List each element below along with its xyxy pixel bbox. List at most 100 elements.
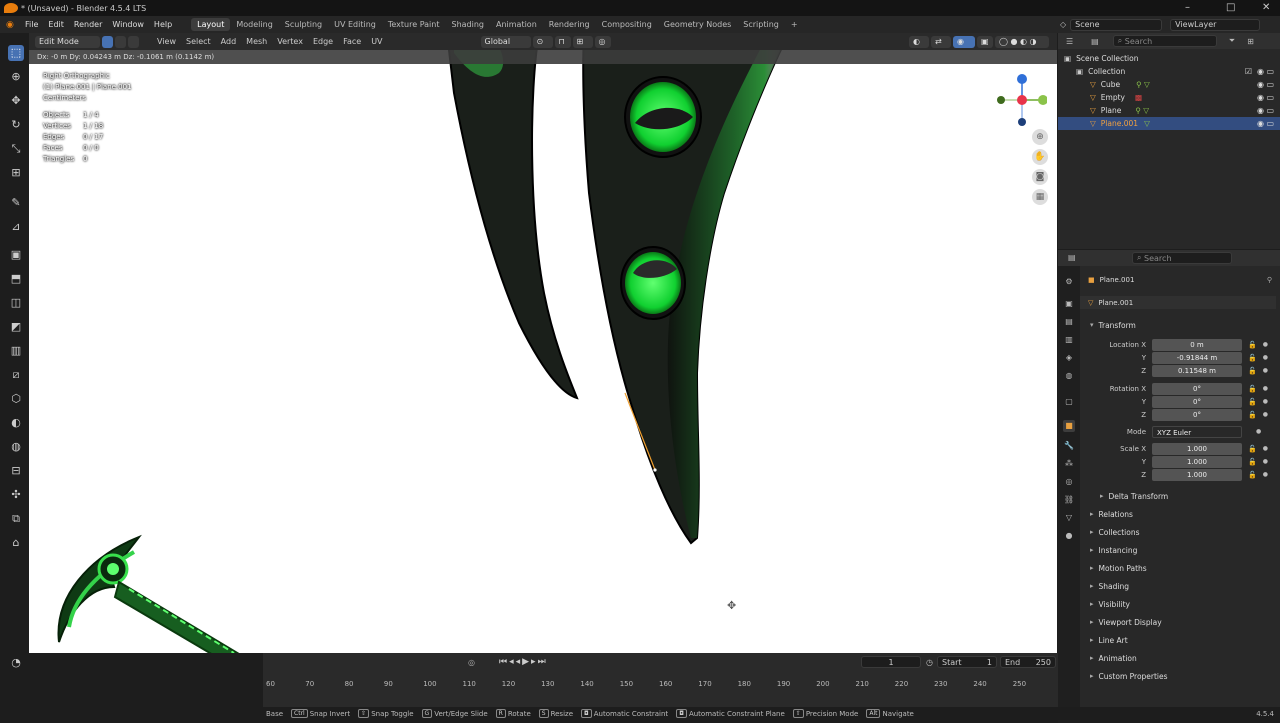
location-z[interactable]: 0.11548 m [1152, 364, 1242, 377]
material-tab-icon[interactable]: ● [1063, 530, 1075, 542]
outliner-item-plane[interactable]: ▽ Plane ⚲ ▽ ◉ ▭ [1058, 104, 1280, 117]
cursor-icon[interactable]: ⊕ [8, 69, 24, 85]
menu-select[interactable]: Select [182, 37, 215, 46]
annotate-icon[interactable]: ✎ [8, 195, 24, 211]
loop-cut-icon[interactable]: ▥ [8, 343, 24, 359]
menu-file[interactable]: File [20, 20, 43, 29]
tool-tab-icon[interactable]: ⚙ [1063, 276, 1075, 288]
lock-icon[interactable]: 🔓 [1248, 367, 1257, 375]
constraints-tab-icon[interactable]: ⛓ [1063, 494, 1075, 506]
tab-modeling[interactable]: Modeling [230, 18, 278, 31]
physics-tab-icon[interactable]: ◎ [1063, 476, 1075, 488]
move-icon[interactable]: ✥ [8, 93, 24, 109]
menu-face[interactable]: Face [339, 37, 365, 46]
end-frame-field[interactable]: End 250 [1000, 656, 1056, 668]
camera-icon[interactable]: ▭ [1266, 67, 1274, 76]
menu-render[interactable]: Render [69, 20, 107, 29]
zoom-icon[interactable]: ⊕ [1032, 129, 1048, 145]
shear-icon[interactable]: ⧉ [8, 511, 24, 527]
start-frame-field[interactable]: Start 1 [937, 656, 997, 668]
minimize-button[interactable]: – [1185, 2, 1190, 13]
keyframe-dot-icon[interactable]: ● [1263, 354, 1268, 361]
eye-icon[interactable]: ◉ [1257, 93, 1264, 102]
filter-icon[interactable]: ⏷ [1229, 36, 1235, 46]
extrude-icon[interactable]: ⬒ [8, 271, 24, 287]
menu-uv[interactable]: UV [367, 37, 386, 46]
object-tab-icon[interactable]: ■ [1063, 420, 1075, 432]
menu-help[interactable]: Help [149, 20, 177, 29]
new-collection-icon[interactable]: ⊞ [1247, 37, 1254, 46]
menu-edge[interactable]: Edge [309, 37, 337, 46]
scale-icon[interactable]: ⤡ [8, 141, 24, 157]
scene-selector[interactable]: Scene [1070, 18, 1163, 31]
tab-shading[interactable]: Shading [445, 18, 490, 31]
tab-compositing[interactable]: Compositing [596, 18, 658, 31]
keyframe-dot-icon[interactable]: ● [1263, 471, 1268, 478]
pivot-icon[interactable]: ⊙ [532, 35, 553, 48]
blender-menu-icon[interactable]: ◉ [6, 20, 20, 30]
face-select-icon[interactable] [128, 35, 139, 48]
gizmo-toggle-icon[interactable]: ⇄ [931, 35, 951, 48]
tab-geometry-nodes[interactable]: Geometry Nodes [658, 18, 737, 31]
lock-icon[interactable]: 🔓 [1248, 354, 1257, 362]
keyframe-dot-icon[interactable]: ● [1263, 341, 1268, 348]
scene-collection-row[interactable]: ▣ Scene Collection [1058, 52, 1280, 65]
pin-icon[interactable]: ⚲ [1267, 276, 1272, 284]
vertex-select-icon[interactable] [102, 35, 113, 48]
rip-region-icon[interactable]: ⌂ [8, 535, 24, 551]
spin-icon[interactable]: ◐ [8, 415, 24, 431]
particles-tab-icon[interactable]: ⁂ [1063, 458, 1075, 470]
rotation-mode-select[interactable]: XYZ Euler [1152, 425, 1242, 438]
tab-scripting[interactable]: Scripting [737, 18, 785, 31]
pan-hand-icon[interactable]: ✋ [1032, 149, 1048, 165]
world-tab-icon[interactable]: ◍ [1063, 370, 1075, 382]
shrink-fatten-icon[interactable]: ✣ [8, 487, 24, 503]
output-tab-icon[interactable]: ▤ [1063, 316, 1075, 328]
menu-vertex[interactable]: Vertex [273, 37, 307, 46]
delta-transform-header[interactable]: ▸ Delta Transform [1080, 488, 1276, 504]
eye-icon[interactable]: ◉ [1257, 67, 1264, 76]
keyframe-dot-icon[interactable]: ● [1263, 367, 1268, 374]
lock-icon[interactable]: 🔓 [1248, 458, 1257, 466]
lock-icon[interactable]: 🔓 [1248, 385, 1257, 393]
section-visibility[interactable]: ▸ Visibility [1080, 596, 1276, 612]
tab-texture-paint[interactable]: Texture Paint [382, 18, 446, 31]
outliner-item-plane-001[interactable]: ▽ Plane.001 ▽ ◉ ▭ [1058, 117, 1280, 130]
camera-icon[interactable]: ▭ [1266, 119, 1274, 128]
checkbox-icon[interactable]: ☑ [1245, 67, 1252, 76]
section-collections[interactable]: ▸ Collections [1080, 524, 1276, 540]
collection-tab-icon[interactable]: ▢ [1063, 396, 1075, 408]
section-relations[interactable]: ▸ Relations [1080, 506, 1276, 522]
properties-editor-icon[interactable]: ▤ [1068, 253, 1076, 262]
measure-icon[interactable]: ⊿ [8, 219, 24, 235]
transform-panel-header[interactable]: ▾ Transform [1080, 317, 1276, 333]
keyframe-dot-icon[interactable]: ● [1263, 445, 1268, 452]
location-x[interactable]: 0 m [1152, 338, 1242, 351]
section-custom-properties[interactable]: ▸ Custom Properties [1080, 668, 1276, 684]
visibility-icon[interactable]: ◐ [909, 35, 929, 48]
tab-animation[interactable]: Animation [490, 18, 543, 31]
section-motion-paths[interactable]: ▸ Motion Paths [1080, 560, 1276, 576]
outliner-item-empty[interactable]: ▽ Empty ▩ ◉ ▭ [1058, 91, 1280, 104]
object-data-field[interactable]: ▽ Plane.001 [1080, 296, 1276, 309]
render-tab-icon[interactable]: ▣ [1063, 298, 1075, 310]
scale-x[interactable]: 1.000 [1152, 442, 1242, 455]
menu-view[interactable]: View [153, 37, 180, 46]
rotation-y[interactable]: 0° [1152, 395, 1242, 408]
edge-select-icon[interactable] [115, 35, 126, 48]
tab-uv-editing[interactable]: UV Editing [328, 18, 382, 31]
lock-icon[interactable]: 🔓 [1248, 341, 1257, 349]
playback-controls[interactable]: ⏮◂◂▶▸⏭ [499, 657, 548, 667]
maximize-button[interactable]: □ [1226, 2, 1235, 13]
overlays-icon[interactable]: ◉ [953, 35, 975, 48]
snap-icon[interactable]: ⊓ [554, 35, 571, 48]
location-y[interactable]: -0.91844 m [1152, 351, 1242, 364]
section-instancing[interactable]: ▸ Instancing [1080, 542, 1276, 558]
lock-icon[interactable]: 🔓 [1248, 398, 1257, 406]
collection-row[interactable]: ▣ Collection ☑ ◉ ▭ [1058, 65, 1280, 78]
shading-modes[interactable]: ◯ ● ◐ ◑ [995, 35, 1049, 48]
rotate-icon[interactable]: ↻ [8, 117, 24, 133]
add-workspace-button[interactable]: + [785, 18, 804, 31]
eye-icon[interactable]: ◉ [1257, 106, 1264, 115]
menu-mesh[interactable]: Mesh [242, 37, 271, 46]
